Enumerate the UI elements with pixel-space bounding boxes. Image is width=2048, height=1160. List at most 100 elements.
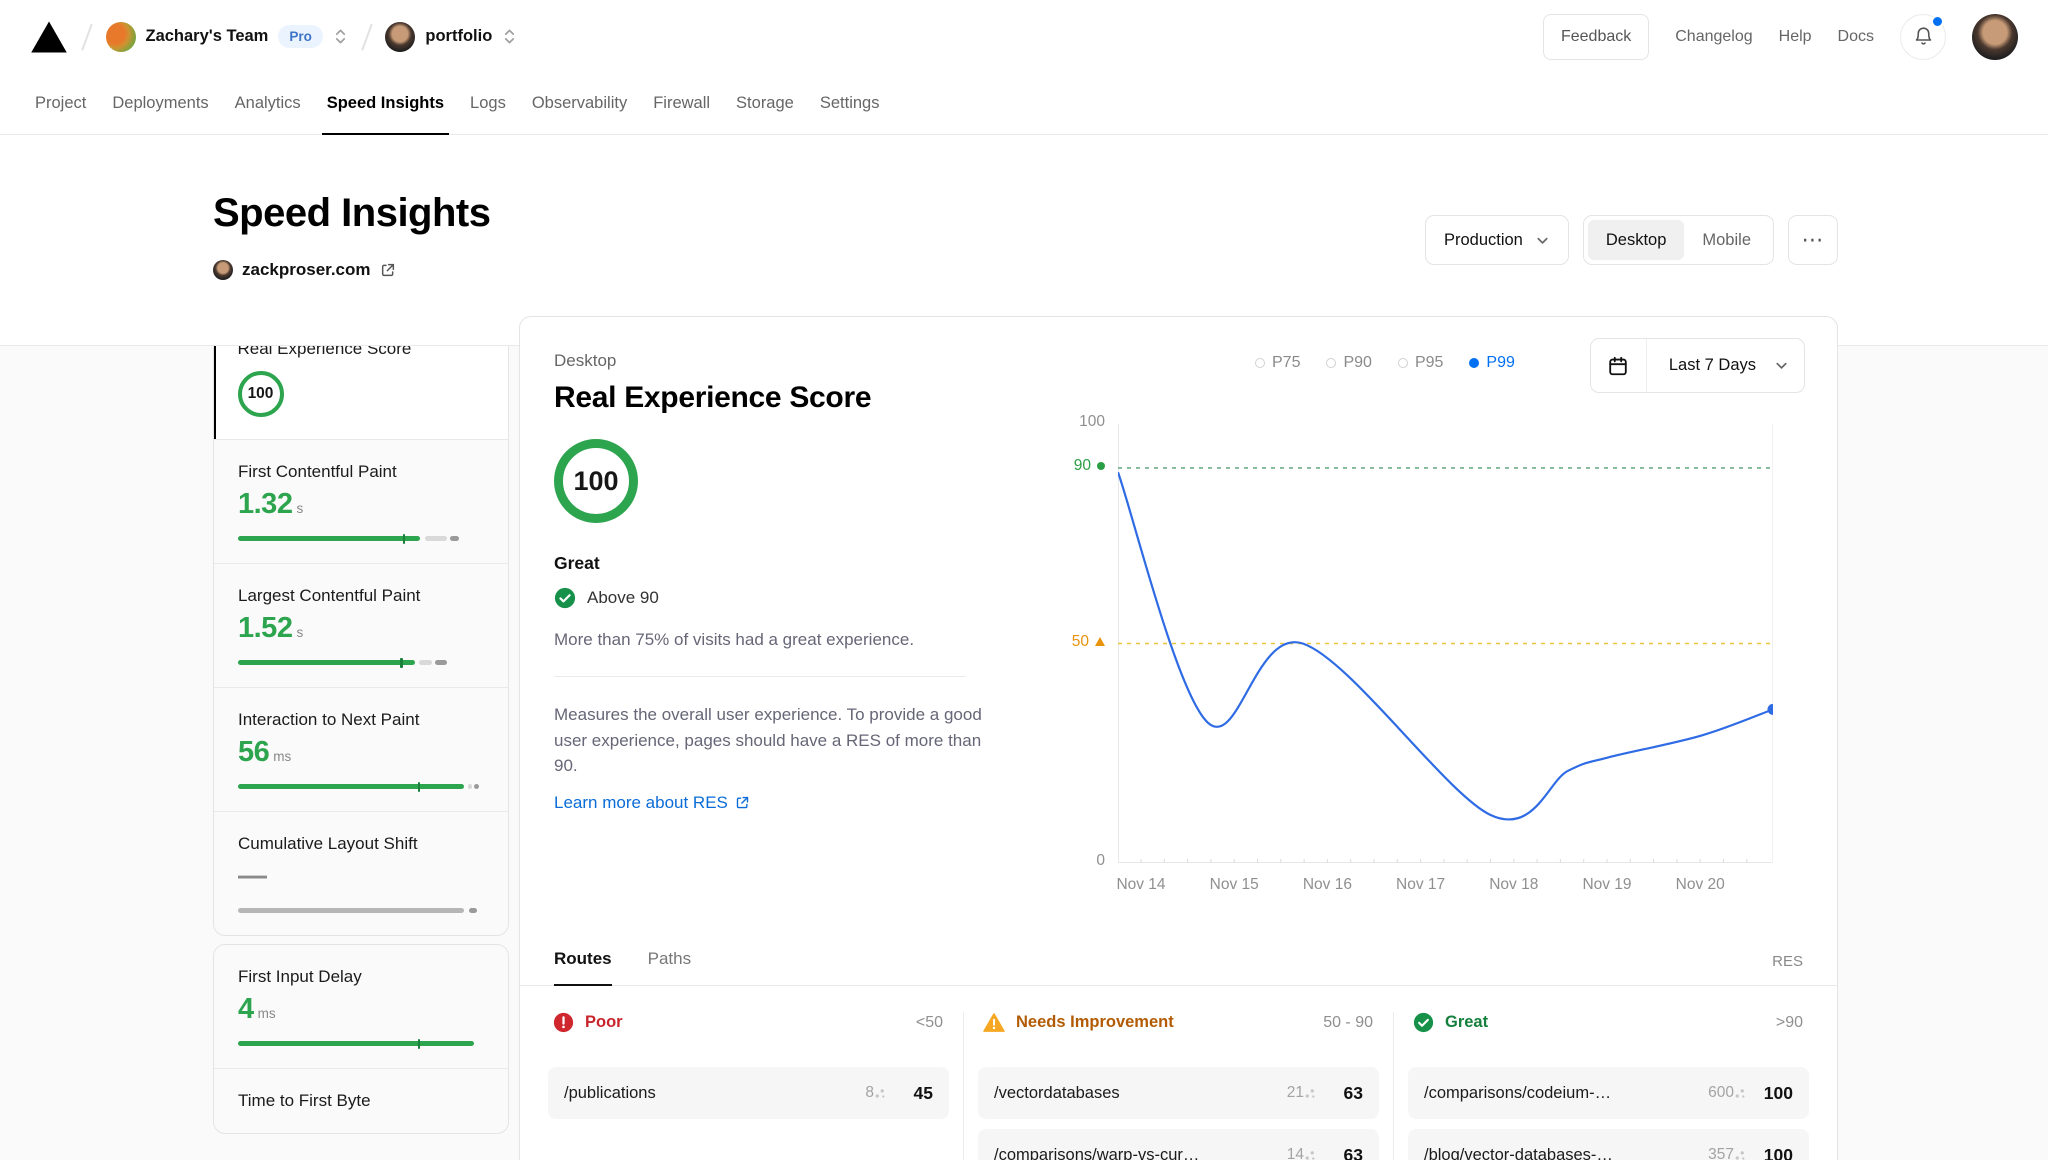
score-range: >90 <box>1776 1014 1803 1032</box>
metric-threshold-bar <box>238 1041 484 1046</box>
breadcrumb-team[interactable]: Zachary's Team Pro <box>106 22 348 52</box>
metric-card-first-input-delay[interactable]: First Input Delay 4ms <box>214 945 508 1068</box>
samples-icon <box>874 1087 887 1100</box>
rating-label: Great <box>554 553 1000 574</box>
user-avatar[interactable] <box>1972 14 2018 60</box>
radio-icon <box>1398 358 1408 368</box>
team-name: Zachary's Team <box>146 27 269 46</box>
project-nav: Project Deployments Analytics Speed Insi… <box>0 73 2048 135</box>
tab-paths[interactable]: Paths <box>648 949 691 985</box>
alert-circle-icon <box>553 1012 574 1033</box>
metric-value: 1.52s <box>238 612 484 645</box>
environment-select[interactable]: Production <box>1425 215 1569 265</box>
metric-card-time-to-first-byte[interactable]: Time to First Byte <box>214 1068 508 1133</box>
tab-analytics[interactable]: Analytics <box>222 73 314 134</box>
more-options-button[interactable]: ⋯ <box>1788 215 1838 265</box>
metric-label: Largest Contentful Paint <box>238 586 484 606</box>
external-link-icon <box>735 795 750 810</box>
routes-section: Routes Paths RES Poor <50 /publications … <box>520 935 1837 1160</box>
top-bar: Zachary's Team Pro portfolio Feedback Ch… <box>0 0 2048 73</box>
route-row[interactable]: /publications 8 45 <box>548 1067 949 1119</box>
res-trend-chart[interactable]: 10090500 Nov 14Nov 15Nov 16Nov 17Nov 18N… <box>1118 424 1773 863</box>
chevron-down-icon <box>1774 358 1789 373</box>
calendar-button[interactable] <box>1591 339 1647 392</box>
metric-value: 1.32s <box>238 488 484 521</box>
percentile-p99[interactable]: P99 <box>1469 354 1514 372</box>
percentile-toggles: P75 P90 P95 P99 <box>1255 354 1515 372</box>
panel-title: Real Experience Score <box>554 381 1000 415</box>
metric-card-interaction-to-next-paint[interactable]: Interaction to Next Paint 56ms <box>214 687 508 811</box>
column-header: Poor <50 <box>548 1012 949 1033</box>
breadcrumb-slash <box>81 23 92 50</box>
metric-threshold-bar <box>238 784 484 789</box>
alert-triangle-icon <box>983 1012 1005 1033</box>
tab-routes[interactable]: Routes <box>554 949 612 985</box>
help-link[interactable]: Help <box>1779 28 1812 46</box>
metric-threshold-bar <box>238 536 484 541</box>
metric-label: Interaction to Next Paint <box>238 710 484 730</box>
vercel-logo-icon[interactable] <box>30 20 68 54</box>
date-range-picker[interactable]: Last 7 Days <box>1590 338 1805 393</box>
external-link-icon <box>380 262 396 278</box>
radio-icon <box>1326 358 1336 368</box>
domain-name: zackproser.com <box>242 260 371 280</box>
res-detail-panel: Desktop Real Experience Score 100 Great … <box>519 316 1838 1160</box>
content-area: Real Experience Score 100 First Contentf… <box>0 316 2048 1160</box>
tab-firewall[interactable]: Firewall <box>640 73 723 134</box>
learn-more-link[interactable]: Learn more about RES <box>554 793 750 813</box>
percentile-p75[interactable]: P75 <box>1255 354 1300 372</box>
percentile-p95[interactable]: P95 <box>1398 354 1443 372</box>
metric-card-largest-contentful-paint[interactable]: Largest Contentful Paint 1.52s <box>214 563 508 687</box>
samples-icon <box>1734 1149 1747 1160</box>
team-selector-chevrons-icon[interactable] <box>333 28 348 45</box>
docs-link[interactable]: Docs <box>1838 28 1874 46</box>
chart-x-axis-labels: Nov 14Nov 15Nov 16Nov 17Nov 18Nov 19Nov … <box>1118 876 1773 896</box>
samples-icon <box>1734 1087 1747 1100</box>
res-score-ring-large: 100 <box>554 439 638 523</box>
tab-observability[interactable]: Observability <box>519 73 640 134</box>
res-score-ring: 100 <box>238 371 284 417</box>
device-toggle-mobile[interactable]: Mobile <box>1684 220 1769 260</box>
tab-settings[interactable]: Settings <box>807 73 893 134</box>
feedback-button[interactable]: Feedback <box>1543 14 1649 60</box>
tab-speed-insights[interactable]: Speed Insights <box>314 73 457 134</box>
metric-card-first-contentful-paint[interactable]: First Contentful Paint 1.32s <box>214 439 508 563</box>
breadcrumb-project[interactable]: portfolio <box>385 22 517 52</box>
routes-columns: Poor <50 /publications 8 45 Needs Improv… <box>520 986 1837 1160</box>
changelog-link[interactable]: Changelog <box>1675 28 1752 46</box>
route-row[interactable]: /comparisons/codeium-… 600 100 <box>1408 1067 1809 1119</box>
metric-value: — <box>238 860 484 893</box>
score-range: 50 - 90 <box>1323 1014 1373 1032</box>
chevron-down-icon <box>1535 233 1550 248</box>
tab-logs[interactable]: Logs <box>457 73 519 134</box>
tab-storage[interactable]: Storage <box>723 73 807 134</box>
metric-label: Cumulative Layout Shift <box>238 834 484 854</box>
check-circle-icon <box>1413 1012 1434 1033</box>
project-name: portfolio <box>425 27 492 46</box>
tab-project[interactable]: Project <box>22 73 99 134</box>
description-text: Measures the overall user experience. To… <box>554 702 1002 779</box>
metric-threshold-bar <box>238 908 484 913</box>
notification-dot <box>1931 15 1944 28</box>
metric-group-core: Real Experience Score 100 First Contentf… <box>213 316 509 936</box>
metric-value: 4ms <box>238 993 484 1026</box>
res-column-label: RES <box>1772 953 1803 970</box>
pro-plan-badge: Pro <box>278 25 323 48</box>
metric-card-cumulative-layout-shift[interactable]: Cumulative Layout Shift — <box>214 811 508 935</box>
notifications-button[interactable] <box>1900 14 1946 60</box>
samples-icon <box>1304 1087 1317 1100</box>
chart-canvas <box>1118 424 1773 863</box>
percentile-p90[interactable]: P90 <box>1326 354 1371 372</box>
column-poor: Poor <50 /publications 8 45 <box>534 1012 963 1160</box>
routes-tabbar: Routes Paths RES <box>520 935 1837 986</box>
project-selector-chevrons-icon[interactable] <box>502 28 517 45</box>
route-row[interactable]: /blog/vector-databases-… 357 100 <box>1408 1129 1809 1160</box>
device-toggle-desktop[interactable]: Desktop <box>1588 220 1685 260</box>
metric-label: First Input Delay <box>238 967 484 987</box>
samples-icon <box>1304 1149 1317 1160</box>
route-row[interactable]: /vectordatabases 21 63 <box>978 1067 1379 1119</box>
tab-deployments[interactable]: Deployments <box>99 73 221 134</box>
route-row[interactable]: /comparisons/warp-vs-cur… 14 63 <box>978 1129 1379 1160</box>
metric-label: First Contentful Paint <box>238 462 484 482</box>
metrics-sidebar: Real Experience Score 100 First Contentf… <box>213 316 509 1134</box>
